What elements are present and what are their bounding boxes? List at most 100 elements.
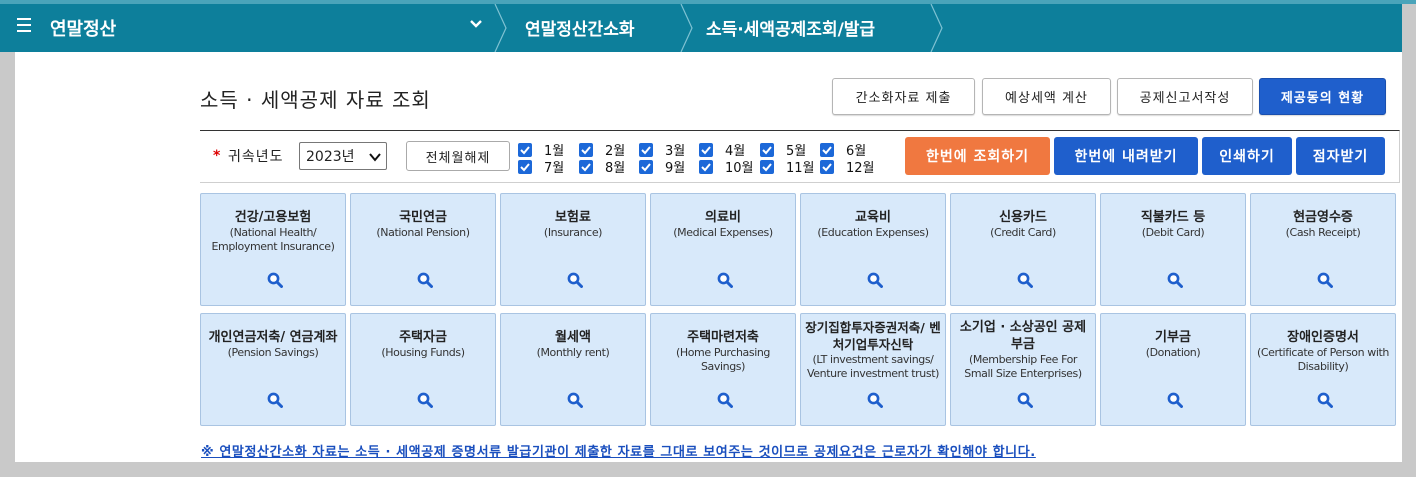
year-select[interactable]: 2023년 (299, 142, 387, 170)
checkbox-checked-icon[interactable] (579, 159, 593, 174)
search-icon[interactable] (417, 272, 433, 288)
category-subtitle: (Cash Receipt) (1285, 226, 1361, 239)
category-subtitle: (Home Purchasing Savings) (675, 346, 771, 373)
category-title: 장애인증명서 (1287, 330, 1359, 345)
checkbox-checked-icon[interactable] (518, 159, 532, 174)
search-icon[interactable] (1167, 392, 1183, 408)
month-label: 8월 (605, 161, 626, 176)
checkbox-checked-icon[interactable] (699, 159, 713, 174)
checkbox-checked-icon[interactable] (760, 159, 774, 174)
checkbox-checked-icon[interactable] (820, 142, 834, 157)
category-tile[interactable]: 현금영수증 (Cash Receipt) (1250, 193, 1396, 306)
breadcrumb-item-current[interactable]: 소득·세액공제조회/발급 (706, 15, 875, 40)
search-icon[interactable] (1167, 272, 1183, 288)
checkbox-checked-icon[interactable] (639, 159, 653, 174)
page-title: 소득 · 세액공제 자료 조회 (200, 88, 431, 112)
month-label: 10월 (725, 161, 754, 176)
category-subtitle: (Education Expenses) (817, 226, 929, 239)
search-icon[interactable] (1317, 392, 1333, 408)
checkbox-checked-icon[interactable] (820, 159, 834, 174)
search-icon[interactable] (867, 272, 883, 288)
right-gap (1402, 4, 1416, 52)
category-tile[interactable]: 건강/고용보험 (National Health/ Employment Insu… (200, 193, 346, 306)
search-icon[interactable] (567, 392, 583, 408)
estimate-tax-button[interactable]: 예상세액 계산 (982, 78, 1111, 115)
category-title: 주택마련저축 (687, 330, 759, 345)
write-deduction-form-button[interactable]: 공제신고서작성 (1117, 78, 1253, 115)
search-icon[interactable] (1317, 272, 1333, 288)
category-title: 주택자금 (399, 330, 447, 345)
required-mark: * (213, 148, 221, 164)
search-icon[interactable] (267, 272, 283, 288)
year-select-value: 2023년 (306, 149, 355, 165)
checkbox-checked-icon[interactable] (518, 142, 532, 157)
category-tile[interactable]: 장애인증명서 (Certificate of Person with Disabi… (1250, 313, 1396, 426)
print-button[interactable]: 인쇄하기 (1202, 137, 1292, 175)
month-label: 9월 (665, 161, 686, 176)
braille-button[interactable]: 점자받기 (1296, 137, 1385, 175)
month-checkbox[interactable]: 11월 (760, 157, 815, 176)
category-title: 기부금 (1155, 330, 1191, 345)
checkbox-checked-icon[interactable] (760, 142, 774, 157)
month-checkbox[interactable]: 10월 (699, 157, 754, 176)
search-icon[interactable] (267, 392, 283, 408)
category-tile[interactable]: 보험료 (Insurance) (500, 193, 646, 306)
category-title: 개인연금저축/ 연금계좌 (208, 330, 338, 345)
year-label: 귀속년도 (228, 149, 284, 165)
category-title: 월세액 (555, 330, 591, 345)
category-tile[interactable]: 주택자금 (Housing Funds) (350, 313, 496, 426)
checkbox-checked-icon[interactable] (639, 142, 653, 157)
month-checkbox[interactable]: 12월 (820, 157, 875, 176)
category-subtitle: (Medical Expenses) (673, 226, 773, 239)
search-icon[interactable] (567, 272, 583, 288)
search-icon[interactable] (1017, 392, 1033, 408)
search-icon[interactable] (717, 272, 733, 288)
category-subtitle: (Pension Savings) (227, 346, 319, 359)
notice-link[interactable]: ※ 연말정산간소화 자료는 소득 · 세액공제 증명서류 발급기관이 제출한 자… (201, 441, 1036, 460)
category-title: 교육비 (855, 210, 891, 225)
category-subtitle: (Membership Fee For Small Size Enterpris… (964, 353, 1082, 380)
consent-status-button[interactable]: 제공동의 현황 (1259, 78, 1386, 115)
deselect-all-months-button[interactable]: 전체월해제 (406, 141, 510, 171)
search-icon[interactable] (717, 392, 733, 408)
checkbox-checked-icon[interactable] (699, 142, 713, 157)
category-tile[interactable]: 국민연금 (National Pension) (350, 193, 496, 306)
category-tile[interactable]: 월세액 (Monthly rent) (500, 313, 646, 426)
menu-title[interactable]: 연말정산 (50, 15, 116, 41)
category-subtitle: (LT investment savings/ Venture investme… (807, 353, 939, 380)
category-tile[interactable]: 교육비 (Education Expenses) (800, 193, 946, 306)
category-title: 국민연금 (399, 210, 447, 225)
hamburger-menu-icon[interactable] (17, 18, 31, 32)
search-icon[interactable] (867, 392, 883, 408)
category-subtitle: (Credit Card) (990, 226, 1056, 239)
month-checkbox[interactable]: 7월 (518, 157, 564, 176)
month-checkbox[interactable]: 9월 (639, 157, 685, 176)
category-title: 신용카드 (999, 210, 1047, 225)
month-label: 7월 (544, 161, 565, 176)
category-title: 의료비 (705, 210, 741, 225)
submit-simplified-button[interactable]: 간소화자료 제출 (832, 78, 975, 115)
top-stripe (0, 0, 1416, 4)
chevron-down-icon[interactable] (468, 16, 484, 32)
query-all-button[interactable]: 한번에 조회하기 (905, 137, 1050, 175)
checkbox-checked-icon[interactable] (579, 142, 593, 157)
category-title: 보험료 (555, 210, 591, 225)
search-icon[interactable] (1017, 272, 1033, 288)
category-tile[interactable]: 의료비 (Medical Expenses) (650, 193, 796, 306)
category-subtitle: (Donation) (1145, 346, 1201, 359)
category-title: 장기집합투자증권저축/ 벤처기업투자신탁 (805, 320, 941, 352)
category-subtitle: (Housing Funds) (381, 346, 465, 359)
category-tile[interactable]: 장기집합투자증권저축/ 벤처기업투자신탁 (LT investment savin… (800, 313, 946, 426)
download-all-button[interactable]: 한번에 내려받기 (1054, 137, 1198, 175)
category-tile[interactable]: 소기업 · 소상공인 공제부금 (Membership Fee For Small… (950, 313, 1096, 426)
month-checkbox[interactable]: 8월 (579, 157, 625, 176)
category-tile[interactable]: 기부금 (Donation) (1100, 313, 1246, 426)
breadcrumb-item-simplified[interactable]: 연말정산간소화 (525, 15, 634, 40)
category-tile[interactable]: 주택마련저축 (Home Purchasing Savings) (650, 313, 796, 426)
category-tile[interactable]: 개인연금저축/ 연금계좌 (Pension Savings) (200, 313, 346, 426)
category-tile[interactable]: 신용카드 (Credit Card) (950, 193, 1096, 306)
category-subtitle: (Monthly rent) (536, 346, 610, 359)
search-icon[interactable] (417, 392, 433, 408)
category-title: 건강/고용보험 (234, 210, 312, 225)
category-tile[interactable]: 직불카드 등 (Debit Card) (1100, 193, 1246, 306)
